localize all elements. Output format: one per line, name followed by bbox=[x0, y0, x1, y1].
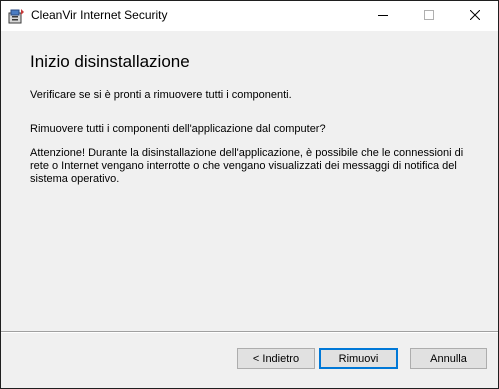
cancel-button[interactable]: Annulla bbox=[410, 348, 487, 369]
page-subtitle: Verificare se si è pronti a rimuovere tu… bbox=[30, 89, 292, 101]
back-button[interactable]: < Indietro bbox=[237, 348, 315, 369]
content-area: Inizio disinstallazione Verificare se si… bbox=[1, 31, 498, 330]
close-icon bbox=[469, 7, 481, 25]
minimize-icon bbox=[378, 7, 388, 25]
close-button[interactable] bbox=[452, 1, 498, 31]
minimize-button[interactable] bbox=[360, 1, 406, 31]
warning-message: Attenzione! Durante la disinstallazione … bbox=[30, 147, 464, 185]
title-bar[interactable]: CleanVir Internet Security bbox=[1, 1, 498, 31]
installer-window: CleanVir Internet Security Inizio disins… bbox=[0, 0, 499, 389]
remove-button[interactable]: Rimuovi bbox=[319, 348, 398, 369]
maximize-icon bbox=[424, 7, 434, 25]
page-title: Inizio disinstallazione bbox=[30, 52, 190, 71]
maximize-button[interactable] bbox=[406, 1, 452, 31]
window-title: CleanVir Internet Security bbox=[31, 8, 168, 22]
installer-app-icon bbox=[7, 7, 25, 25]
confirm-question: Rimuovere tutti i componenti dell'applic… bbox=[30, 123, 326, 135]
